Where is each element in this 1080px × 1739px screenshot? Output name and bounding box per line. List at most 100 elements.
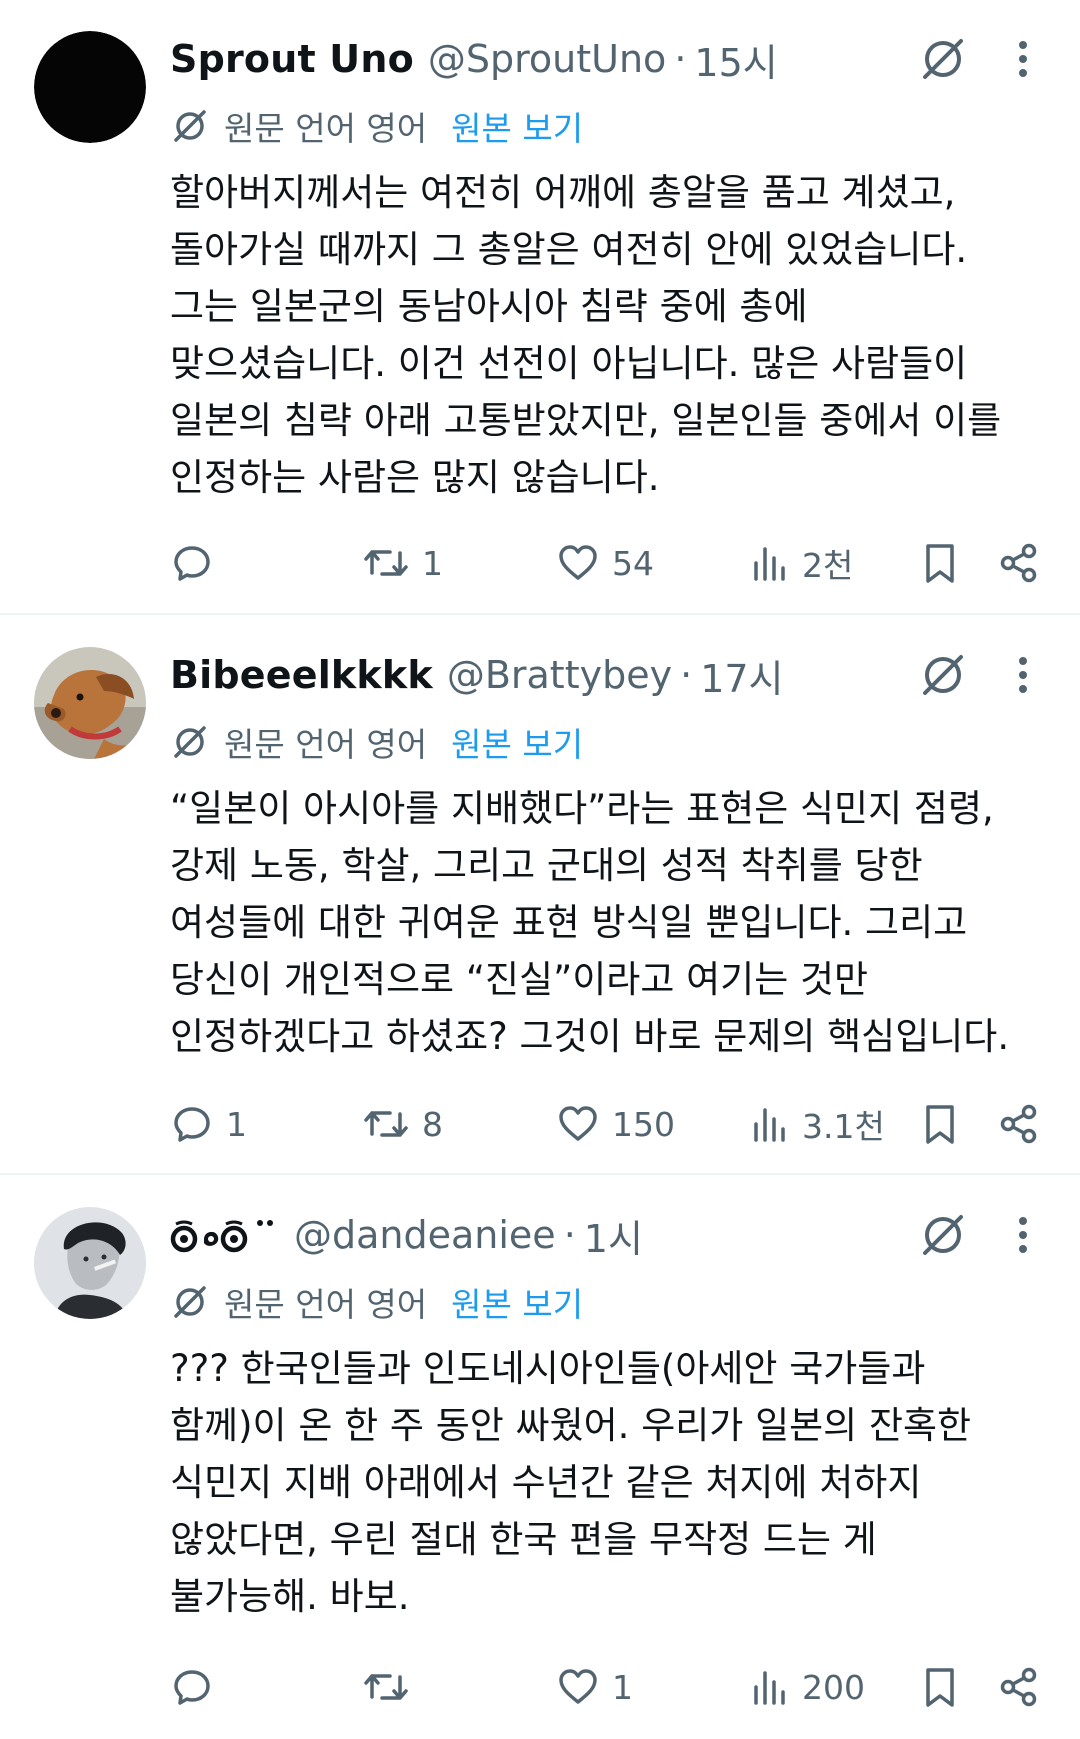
- grok-icon[interactable]: [916, 32, 970, 86]
- views-button[interactable]: 2천: [750, 536, 853, 590]
- like-count: 150: [612, 1104, 675, 1144]
- action-bar: 1 54 2천: [0, 536, 1080, 590]
- timestamp[interactable]: 17시: [700, 648, 783, 703]
- translation-row: 원문 언어 영어 원본 보기: [170, 104, 583, 148]
- share-icon: [1000, 543, 1037, 583]
- more-icon[interactable]: [1008, 648, 1038, 702]
- views-count: 3.1천: [802, 1107, 885, 1146]
- action-bar: 1 200: [0, 1660, 1080, 1714]
- like-button[interactable]: 54: [556, 536, 654, 590]
- repost-button[interactable]: 1: [362, 536, 443, 590]
- tweet-header: Bibeeelkkkk @Brattybey · 17시: [170, 648, 784, 703]
- like-button[interactable]: 1: [556, 1660, 633, 1714]
- repost-icon: [364, 1674, 408, 1700]
- views-count: 2천: [802, 546, 854, 585]
- reply-icon: [174, 546, 210, 581]
- tweet-text-line: 할아버지께서는 여전히 어깨에 총알을 품고 계셨고,: [170, 171, 956, 214]
- views-count: 200: [802, 1667, 865, 1707]
- bookmark-button[interactable]: [920, 1097, 960, 1151]
- user-handle[interactable]: @Brattybey: [447, 653, 672, 697]
- bookmark-button[interactable]: [920, 536, 960, 590]
- tweet-text-line: 그는 일본군의 동남아시아 침략 중에 총에: [170, 285, 808, 328]
- tweet[interactable]: Sprout Uno @SproutUno · 15시 원문 언어 영어 원본 …: [0, 0, 1080, 615]
- tweet[interactable]: @dandeaniee · 1시 원문 언어 영어 원본 보기 ??? 한국인들…: [0, 1175, 1080, 1739]
- more-icon[interactable]: [1008, 32, 1038, 86]
- tweet[interactable]: Bibeeelkkkk @Brattybey · 17시 원문 언어 영어 원본…: [0, 615, 1080, 1175]
- translation-note: 원문 언어 영어: [224, 109, 428, 148]
- show-original-link[interactable]: 원본 보기: [451, 102, 583, 150]
- tweet-text-line: 당신이 개인적으로 “진실”이라고 여기는 것만: [170, 958, 869, 1001]
- decorative-emoji-name: [170, 1220, 273, 1253]
- views-icon: [754, 1108, 785, 1142]
- translation-note: 원문 언어 영어: [224, 725, 428, 764]
- tweet-text-line: 일본의 침략 아래 고통받았지만, 일본인들 중에서 이를: [170, 399, 1002, 442]
- tweet-text-line: 불가능해. 바보.: [170, 1575, 410, 1618]
- avatar[interactable]: [34, 647, 146, 759]
- bookmark-icon: [926, 1105, 954, 1144]
- separator-dot: ·: [674, 37, 687, 81]
- more-icon[interactable]: [1008, 1208, 1038, 1262]
- tweet-text-line: 강제 노동, 학살, 그리고 군대의 성적 착취를 당한: [170, 844, 923, 887]
- share-icon: [1000, 1667, 1037, 1707]
- repost-count: 8: [422, 1104, 443, 1144]
- views-icon: [754, 1671, 785, 1705]
- tweet-text-line: 함께)이 온 한 주 동안 싸웠어. 우리가 일본의 잔혹한: [170, 1404, 972, 1447]
- tweet-text-line: 맞으셨습니다. 이건 선전이 아닙니다. 많은 사람들이: [170, 342, 968, 385]
- tweet-header: @dandeaniee · 1시: [170, 1208, 643, 1263]
- views-button[interactable]: 3.1천: [750, 1097, 885, 1151]
- translation-row: 원문 언어 영어 원본 보기: [170, 1280, 583, 1324]
- display-name[interactable]: Bibeeelkkkk: [170, 653, 433, 697]
- tweet-text-line: 돌아가실 때까지 그 총알은 여전히 안에 있었습니다.: [170, 228, 968, 271]
- views-icon: [754, 547, 785, 581]
- user-handle[interactable]: @SproutUno: [428, 37, 666, 81]
- translation-note: 원문 언어 영어: [224, 1285, 428, 1324]
- separator-dot: ·: [563, 1213, 576, 1257]
- repost-icon: [364, 550, 408, 576]
- share-button[interactable]: [998, 536, 1040, 590]
- repost-count: 1: [422, 543, 443, 583]
- tweet-text-line: 인정하겠다고 하셨죠? 그것이 바로 문제의 핵심입니다.: [170, 1015, 1010, 1058]
- grok-icon[interactable]: [916, 1208, 970, 1262]
- share-button[interactable]: [998, 1097, 1040, 1151]
- heart-icon: [559, 1669, 597, 1704]
- reply-icon: [174, 1670, 210, 1705]
- repost-button[interactable]: 8: [362, 1097, 443, 1151]
- tweet-text-line: ??? 한국인들과 인도네시아인들(아세안 국가들과: [170, 1347, 926, 1390]
- views-button[interactable]: 200: [750, 1660, 865, 1714]
- timestamp[interactable]: 1시: [584, 1208, 643, 1263]
- display-name[interactable]: [170, 1215, 280, 1255]
- share-button[interactable]: [998, 1660, 1040, 1714]
- reply-button[interactable]: [170, 1660, 226, 1714]
- reply-icon: [174, 1107, 210, 1142]
- user-handle[interactable]: @dandeaniee: [294, 1213, 556, 1257]
- reply-button[interactable]: 1: [170, 1097, 247, 1151]
- translate-icon: [170, 1282, 210, 1322]
- translate-icon: [170, 106, 210, 146]
- tweet-text: 할아버지께서는 여전히 어깨에 총알을 품고 계셨고, 돌아가실 때까지 그 총…: [170, 164, 1050, 506]
- avatar[interactable]: [34, 31, 146, 143]
- reply-count: 1: [226, 1104, 247, 1144]
- timestamp[interactable]: 15시: [694, 32, 777, 87]
- bookmark-button[interactable]: [920, 1660, 960, 1714]
- show-original-link[interactable]: 원본 보기: [451, 1278, 583, 1326]
- tweet-text-line: 인정하는 사람은 많지 않습니다.: [170, 456, 660, 499]
- tweet-header: Sprout Uno @SproutUno · 15시: [170, 32, 778, 87]
- heart-icon: [559, 545, 597, 580]
- translate-icon: [170, 722, 210, 762]
- display-name[interactable]: Sprout Uno: [170, 37, 414, 81]
- repost-icon: [364, 1111, 408, 1137]
- tweet-text-line: “일본이 아시아를 지배했다”라는 표현은 식민지 점령,: [170, 787, 994, 830]
- grok-icon[interactable]: [916, 648, 970, 702]
- repost-button[interactable]: [362, 1660, 422, 1714]
- like-count: 1: [612, 1667, 633, 1707]
- reply-button[interactable]: [170, 536, 226, 590]
- translation-row: 원문 언어 영어 원본 보기: [170, 720, 583, 764]
- tweet-text-line: 않았다면, 우린 절대 한국 편을 무작정 드는 게: [170, 1518, 877, 1561]
- tweet-text: ??? 한국인들과 인도네시아인들(아세안 국가들과 함께)이 온 한 주 동안…: [170, 1340, 1050, 1625]
- like-button[interactable]: 150: [556, 1097, 675, 1151]
- share-icon: [1000, 1104, 1037, 1144]
- bookmark-icon: [926, 1668, 954, 1707]
- avatar[interactable]: [34, 1207, 146, 1319]
- show-original-link[interactable]: 원본 보기: [451, 718, 583, 766]
- tweet-text-line: 식민지 지배 아래에서 수년간 같은 처지에 처하지: [170, 1461, 922, 1504]
